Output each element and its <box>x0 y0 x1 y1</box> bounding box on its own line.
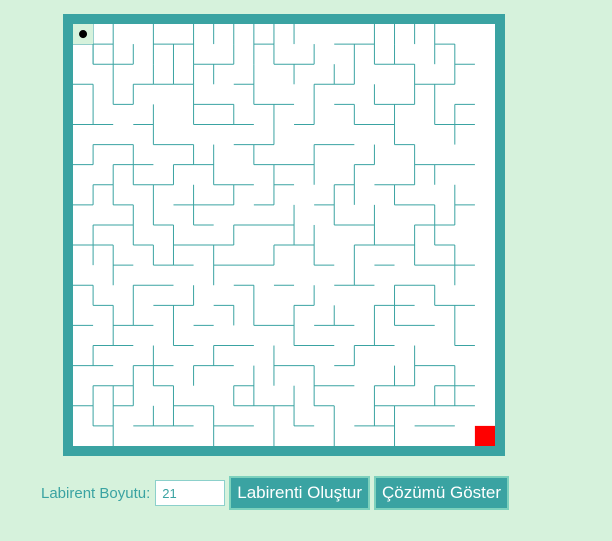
maze-walls <box>73 24 475 446</box>
maze-size-label: Labirent Boyutu: <box>41 484 151 502</box>
goal-cell <box>474 425 495 446</box>
maze-controls: Labirent Boyutu: Labirenti Oluştur Çözüm… <box>41 476 513 510</box>
maze-size-input[interactable] <box>155 480 226 506</box>
player-marker <box>79 30 88 39</box>
generate-maze-button[interactable]: Labirenti Oluştur <box>229 476 370 510</box>
show-solution-button[interactable]: Çözümü Göster <box>373 476 510 510</box>
maze-markers <box>73 24 495 446</box>
maze-grid <box>73 24 495 446</box>
maze-board[interactable] <box>63 14 505 456</box>
